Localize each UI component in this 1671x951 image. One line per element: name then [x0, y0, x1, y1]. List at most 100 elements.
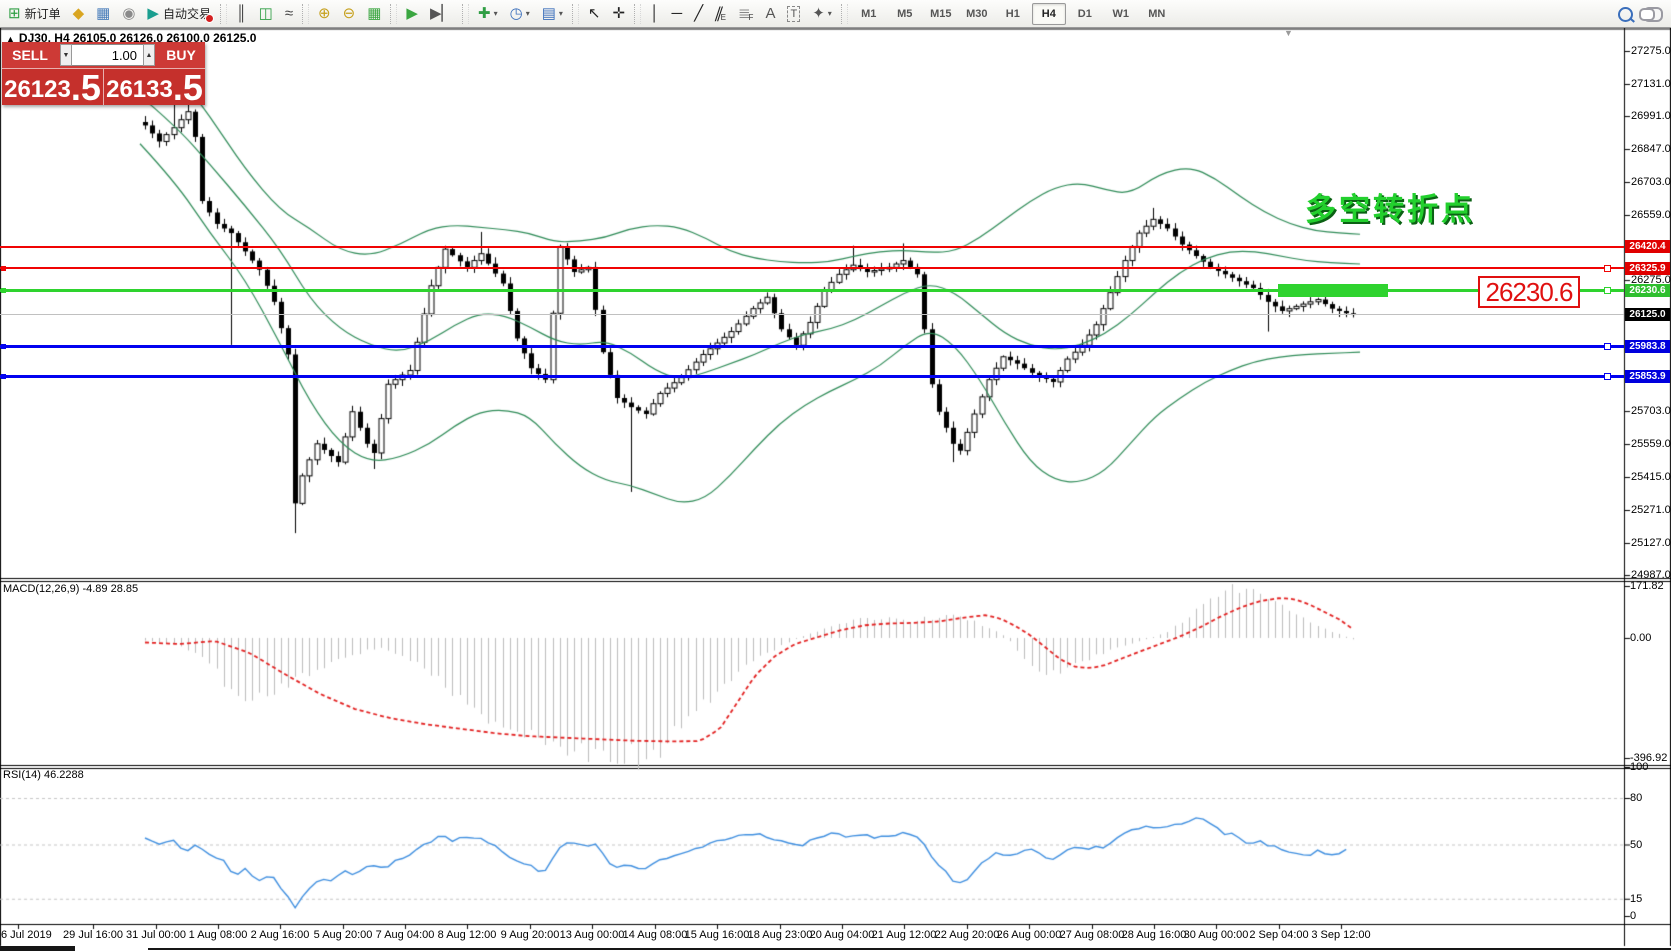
- shapes-icon: ✦: [812, 3, 825, 25]
- timeframe-h4-button[interactable]: H4: [1032, 3, 1066, 25]
- price-axis-tick: 25415.0: [1631, 471, 1671, 483]
- price-axis-tick: 27275.0: [1631, 45, 1671, 57]
- templates-button[interactable]: ▤▾: [537, 2, 568, 26]
- label-button[interactable]: T: [782, 2, 805, 26]
- buy-button[interactable]: BUY: [157, 42, 205, 68]
- price-badge: 26125.0: [1625, 308, 1670, 321]
- chevron-down-icon[interactable]: ▾: [526, 9, 530, 18]
- timeframe-m15-button[interactable]: M15: [924, 3, 958, 25]
- timeframe-m1-button[interactable]: M1: [852, 3, 886, 25]
- time-axis-label: 13 Aug 00:00: [560, 929, 625, 941]
- price-axis-tick: 25127.0: [1631, 537, 1671, 549]
- toolbar-separator: [220, 4, 227, 24]
- volume-input[interactable]: [72, 44, 143, 66]
- text-button[interactable]: A: [760, 2, 780, 26]
- chart-shift-icon: ▶▏: [430, 3, 453, 25]
- periods-button[interactable]: ◷▾: [505, 2, 535, 26]
- candlestick-button[interactable]: ◫: [254, 2, 278, 26]
- sell-price[interactable]: 26123.5: [2, 69, 104, 105]
- line-right-handle[interactable]: [1604, 265, 1611, 272]
- line-right-handle[interactable]: [1604, 287, 1611, 294]
- sell-button[interactable]: SELL: [2, 42, 58, 68]
- timeframe-m30-button[interactable]: M30: [960, 3, 994, 25]
- horizontal-line-object[interactable]: [0, 345, 1624, 348]
- price-axis-tick: 26559.0: [1631, 209, 1671, 221]
- time-axis-label: 18 Aug 23:00: [748, 929, 813, 941]
- line-left-handle[interactable]: [1, 288, 6, 293]
- channel-button[interactable]: ∥E: [710, 2, 731, 26]
- line-left-handle[interactable]: [1, 344, 6, 349]
- cursor-button[interactable]: ↖: [583, 2, 606, 26]
- time-axis-label: 7 Aug 04:00: [376, 929, 435, 941]
- price-callout-label[interactable]: 26230.6: [1478, 276, 1580, 308]
- crosshair-button[interactable]: ✛: [608, 2, 631, 26]
- chevron-down-icon[interactable]: ▾: [828, 9, 832, 18]
- timeframe-m5-button[interactable]: M5: [888, 3, 922, 25]
- chat-icon[interactable]: [1643, 7, 1663, 22]
- line-right-handle[interactable]: [1604, 373, 1611, 380]
- timeframe-d1-button[interactable]: D1: [1068, 3, 1102, 25]
- timeframe-h1-button[interactable]: H1: [996, 3, 1030, 25]
- chart-plot[interactable]: [0, 28, 1671, 951]
- new-order-button[interactable]: ⊞新订单: [3, 2, 66, 26]
- horizontal-line-object[interactable]: [0, 375, 1624, 378]
- rsi-axis-tick: 0: [1630, 910, 1636, 922]
- price-axis-tick: 25703.0: [1631, 405, 1671, 417]
- time-axis-label: 31 Jul 00:00: [126, 929, 186, 941]
- time-axis-label: 1 Aug 08:00: [189, 929, 248, 941]
- signal-button[interactable]: ◉: [117, 2, 140, 26]
- time-axis-label: 5 Aug 20:00: [314, 929, 373, 941]
- time-axis-label: 9 Aug 20:00: [501, 929, 560, 941]
- time-axis-label: 27 Aug 08:00: [1060, 929, 1125, 941]
- clock-icon: ◷: [510, 3, 523, 25]
- autotrading-button[interactable]: ▶自动交易: [142, 2, 216, 26]
- zoom-in-button[interactable]: ⊕: [313, 2, 336, 26]
- volume-increase-button[interactable]: ▲: [143, 44, 155, 66]
- toolbar: ⊞新订单◆▦◉▶自动交易║◫≈⊕⊖▦▶▶▏✚▾◷▾▤▾↖✛│─╱∥E≣FAT✦▾…: [0, 0, 1671, 28]
- zoom-out-button[interactable]: ⊖: [338, 2, 361, 26]
- shapes-button[interactable]: ✦▾: [807, 2, 837, 26]
- line-right-handle[interactable]: [1604, 343, 1611, 350]
- chevron-down-icon[interactable]: ▾: [559, 9, 563, 18]
- horizontal-line-object[interactable]: [0, 246, 1624, 248]
- indicators-button[interactable]: ✚▾: [473, 2, 503, 26]
- ohlc-bars-button[interactable]: ║: [231, 2, 252, 26]
- time-axis-label: 8 Aug 12:00: [438, 929, 497, 941]
- horizontal-line-button[interactable]: ─: [666, 2, 687, 26]
- vline-icon: │: [650, 3, 659, 25]
- tile-windows-button[interactable]: ▦: [362, 2, 386, 26]
- toolbar-separator: [302, 4, 309, 24]
- new-order-button-label: 新订单: [25, 5, 61, 22]
- trendline-button[interactable]: ╱: [689, 2, 708, 26]
- chart-window-button[interactable]: ▦: [91, 2, 115, 26]
- chart-shift-marker-icon[interactable]: ▼: [1284, 28, 1293, 38]
- bottom-scrollbar[interactable]: [0, 946, 75, 951]
- line-left-handle[interactable]: [1, 266, 6, 271]
- buy-price[interactable]: 26133.5: [104, 69, 205, 105]
- rsi-axis-tick: 100: [1630, 761, 1648, 773]
- market-watch-button[interactable]: ◆: [68, 2, 90, 26]
- chevron-down-icon[interactable]: ▾: [494, 9, 498, 18]
- auto-scroll-button[interactable]: ▶: [401, 2, 423, 26]
- price-badge: 26325.9: [1625, 262, 1670, 275]
- price-axis-tick: 25559.0: [1631, 438, 1671, 450]
- macd-axis-tick: 0.00: [1630, 632, 1651, 644]
- text-icon: A: [765, 3, 775, 25]
- horizontal-line-object[interactable]: [0, 267, 1624, 269]
- timeframe-w1-button[interactable]: W1: [1104, 3, 1138, 25]
- line-chart-button[interactable]: ≈: [280, 2, 298, 26]
- chart-shift-button[interactable]: ▶▏: [425, 2, 458, 26]
- highlight-rectangle-object[interactable]: [1278, 284, 1388, 297]
- crosshair-icon: ✛: [613, 3, 626, 25]
- vertical-line-button[interactable]: │: [645, 2, 664, 26]
- cursor-icon: ↖: [588, 3, 601, 25]
- price-badge: 26230.6: [1625, 284, 1670, 297]
- annotation-text-object[interactable]: 多空转折点: [1305, 184, 1475, 229]
- line-left-handle[interactable]: [1, 374, 6, 379]
- time-axis-label: 3 Sep 12:00: [1311, 929, 1370, 941]
- auto-scroll-icon: ▶: [406, 3, 418, 25]
- search-icon[interactable]: [1618, 7, 1633, 22]
- volume-decrease-button[interactable]: ▼: [60, 44, 72, 66]
- fibonacci-button[interactable]: ≣F: [733, 2, 758, 26]
- timeframe-mn-button[interactable]: MN: [1140, 3, 1174, 25]
